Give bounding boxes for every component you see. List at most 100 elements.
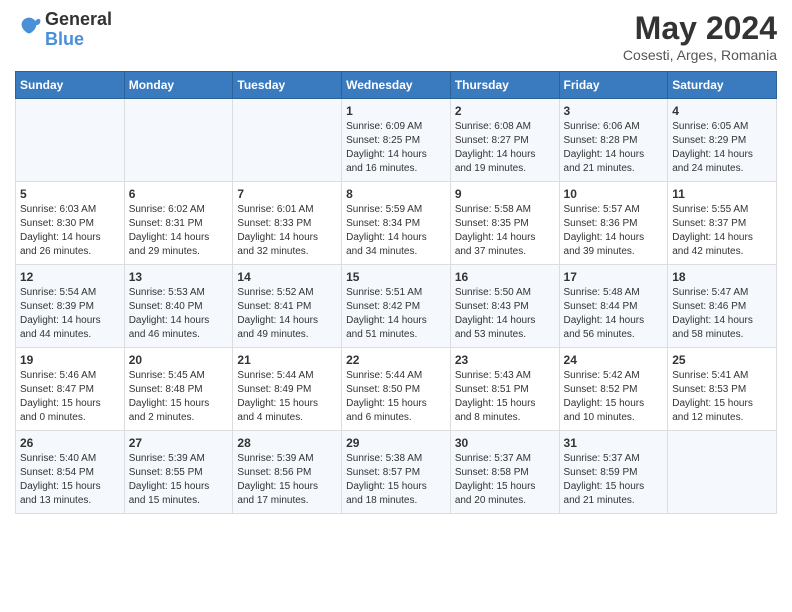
day-info: Sunrise: 5:50 AM Sunset: 8:43 PM Dayligh… [455,286,555,342]
day-number: 3 [564,104,664,118]
day-number: 17 [564,270,664,284]
day-info: Sunrise: 5:40 AM Sunset: 8:54 PM Dayligh… [20,452,120,508]
calendar-cell: 23Sunrise: 5:43 AM Sunset: 8:51 PM Dayli… [450,348,559,431]
day-number: 28 [237,436,337,450]
day-number: 13 [129,270,229,284]
day-number: 25 [672,353,772,367]
day-info: Sunrise: 6:06 AM Sunset: 8:28 PM Dayligh… [564,120,664,176]
calendar-table: SundayMondayTuesdayWednesdayThursdayFrid… [15,71,777,514]
calendar-title: May 2024 [623,10,777,47]
calendar-cell: 16Sunrise: 5:50 AM Sunset: 8:43 PM Dayli… [450,265,559,348]
calendar-cell: 12 Sunrise: 5:54 AM Sunset: 8:39 PM Dayli… [16,265,125,348]
day-info: Sunrise: 6:03 AM Sunset: 8:30 PM Dayligh… [20,203,120,259]
day-number: 15 [346,270,446,284]
week-row-3: 12 Sunrise: 5:54 AM Sunset: 8:39 PM Dayli… [16,265,777,348]
header-thursday: Thursday [450,72,559,99]
day-info: Sunrise: 5:48 AM Sunset: 8:44 PM Dayligh… [564,286,664,342]
week-row-5: 26 Sunrise: 5:40 AM Sunset: 8:54 PM Dayli… [16,431,777,514]
day-info: Sunrise: 5:46 AM Sunset: 8:47 PM Dayligh… [20,369,120,425]
day-number: 20 [129,353,229,367]
title-block: May 2024 Cosesti, Arges, Romania [623,10,777,63]
day-info: Sunrise: 6:08 AM Sunset: 8:27 PM Dayligh… [455,120,555,176]
header-friday: Friday [559,72,668,99]
day-info: Sunrise: 6:05 AM Sunset: 8:29 PM Dayligh… [672,120,772,176]
day-number: 18 [672,270,772,284]
day-number: 21 [237,353,337,367]
day-info: Sunrise: 5:37 AM Sunset: 8:59 PM Dayligh… [564,452,664,508]
day-number: 23 [455,353,555,367]
day-number: 5 [20,187,120,201]
header-saturday: Saturday [668,72,777,99]
day-number: 9 [455,187,555,201]
day-info: Sunrise: 5:39 AM Sunset: 8:56 PM Dayligh… [237,452,337,508]
calendar-cell: 7 Sunrise: 6:01 AM Sunset: 8:33 PM Daylig… [233,182,342,265]
day-number: 30 [455,436,555,450]
day-number: 11 [672,187,772,201]
day-info: Sunrise: 5:58 AM Sunset: 8:35 PM Dayligh… [455,203,555,259]
day-info: Sunrise: 5:47 AM Sunset: 8:46 PM Dayligh… [672,286,772,342]
day-number: 8 [346,187,446,201]
calendar-cell: 10 Sunrise: 5:57 AM Sunset: 8:36 PM Dayli… [559,182,668,265]
header-monday: Monday [124,72,233,99]
day-number: 1 [346,104,446,118]
day-info: Sunrise: 5:39 AM Sunset: 8:55 PM Dayligh… [129,452,229,508]
header-wednesday: Wednesday [342,72,451,99]
day-number: 12 [20,270,120,284]
calendar-cell: 8Sunrise: 5:59 AM Sunset: 8:34 PM Daylig… [342,182,451,265]
calendar-cell [668,431,777,514]
calendar-cell: 29Sunrise: 5:38 AM Sunset: 8:57 PM Dayli… [342,431,451,514]
day-number: 2 [455,104,555,118]
calendar-cell: 20 Sunrise: 5:45 AM Sunset: 8:48 PM Dayli… [124,348,233,431]
day-info: Sunrise: 6:02 AM Sunset: 8:31 PM Dayligh… [129,203,229,259]
day-info: Sunrise: 5:57 AM Sunset: 8:36 PM Dayligh… [564,203,664,259]
calendar-cell: 4 Sunrise: 6:05 AM Sunset: 8:29 PM Daylig… [668,99,777,182]
calendar-cell: 19 Sunrise: 5:46 AM Sunset: 8:47 PM Dayli… [16,348,125,431]
day-info: Sunrise: 5:37 AM Sunset: 8:58 PM Dayligh… [455,452,555,508]
day-number: 4 [672,104,772,118]
day-info: Sunrise: 5:54 AM Sunset: 8:39 PM Dayligh… [20,286,120,342]
day-number: 26 [20,436,120,450]
day-info: Sunrise: 5:41 AM Sunset: 8:53 PM Dayligh… [672,369,772,425]
calendar-cell: 6Sunrise: 6:02 AM Sunset: 8:31 PM Daylig… [124,182,233,265]
day-info: Sunrise: 6:01 AM Sunset: 8:33 PM Dayligh… [237,203,337,259]
calendar-subtitle: Cosesti, Arges, Romania [623,47,777,63]
calendar-cell: 24Sunrise: 5:42 AM Sunset: 8:52 PM Dayli… [559,348,668,431]
calendar-cell: 30 Sunrise: 5:37 AM Sunset: 8:58 PM Dayli… [450,431,559,514]
calendar-cell: 15 Sunrise: 5:51 AM Sunset: 8:42 PM Dayli… [342,265,451,348]
calendar-cell: 14Sunrise: 5:52 AM Sunset: 8:41 PM Dayli… [233,265,342,348]
day-number: 19 [20,353,120,367]
calendar-cell [16,99,125,182]
calendar-cell: 9 Sunrise: 5:58 AM Sunset: 8:35 PM Daylig… [450,182,559,265]
calendar-cell [233,99,342,182]
calendar-cell: 31 Sunrise: 5:37 AM Sunset: 8:59 PM Dayli… [559,431,668,514]
week-row-4: 19 Sunrise: 5:46 AM Sunset: 8:47 PM Dayli… [16,348,777,431]
calendar-cell: 28 Sunrise: 5:39 AM Sunset: 8:56 PM Dayli… [233,431,342,514]
day-info: Sunrise: 5:53 AM Sunset: 8:40 PM Dayligh… [129,286,229,342]
calendar-cell: 5 Sunrise: 6:03 AM Sunset: 8:30 PM Daylig… [16,182,125,265]
day-number: 10 [564,187,664,201]
day-info: Sunrise: 5:45 AM Sunset: 8:48 PM Dayligh… [129,369,229,425]
calendar-cell: 18 Sunrise: 5:47 AM Sunset: 8:46 PM Dayli… [668,265,777,348]
logo: General Blue [15,10,112,50]
week-row-1: 1 Sunrise: 6:09 AM Sunset: 8:25 PM Daylig… [16,99,777,182]
day-number: 24 [564,353,664,367]
day-number: 31 [564,436,664,450]
day-info: Sunrise: 6:09 AM Sunset: 8:25 PM Dayligh… [346,120,446,176]
day-info: Sunrise: 5:55 AM Sunset: 8:37 PM Dayligh… [672,203,772,259]
day-info: Sunrise: 5:51 AM Sunset: 8:42 PM Dayligh… [346,286,446,342]
day-number: 14 [237,270,337,284]
calendar-cell: 26 Sunrise: 5:40 AM Sunset: 8:54 PM Dayli… [16,431,125,514]
calendar-cell: 21Sunrise: 5:44 AM Sunset: 8:49 PM Dayli… [233,348,342,431]
calendar-cell: 11 Sunrise: 5:55 AM Sunset: 8:37 PM Dayli… [668,182,777,265]
calendar-cell: 13 Sunrise: 5:53 AM Sunset: 8:40 PM Dayli… [124,265,233,348]
day-number: 7 [237,187,337,201]
logo-bird-icon [15,13,43,41]
header-sunday: Sunday [16,72,125,99]
calendar-cell: 1 Sunrise: 6:09 AM Sunset: 8:25 PM Daylig… [342,99,451,182]
logo-blue-text: Blue [45,30,112,50]
calendar-cell: 3 Sunrise: 6:06 AM Sunset: 8:28 PM Daylig… [559,99,668,182]
header-tuesday: Tuesday [233,72,342,99]
page-header: General Blue May 2024 Cosesti, Arges, Ro… [15,10,777,63]
calendar-cell: 27Sunrise: 5:39 AM Sunset: 8:55 PM Dayli… [124,431,233,514]
logo-text: General [45,10,112,30]
